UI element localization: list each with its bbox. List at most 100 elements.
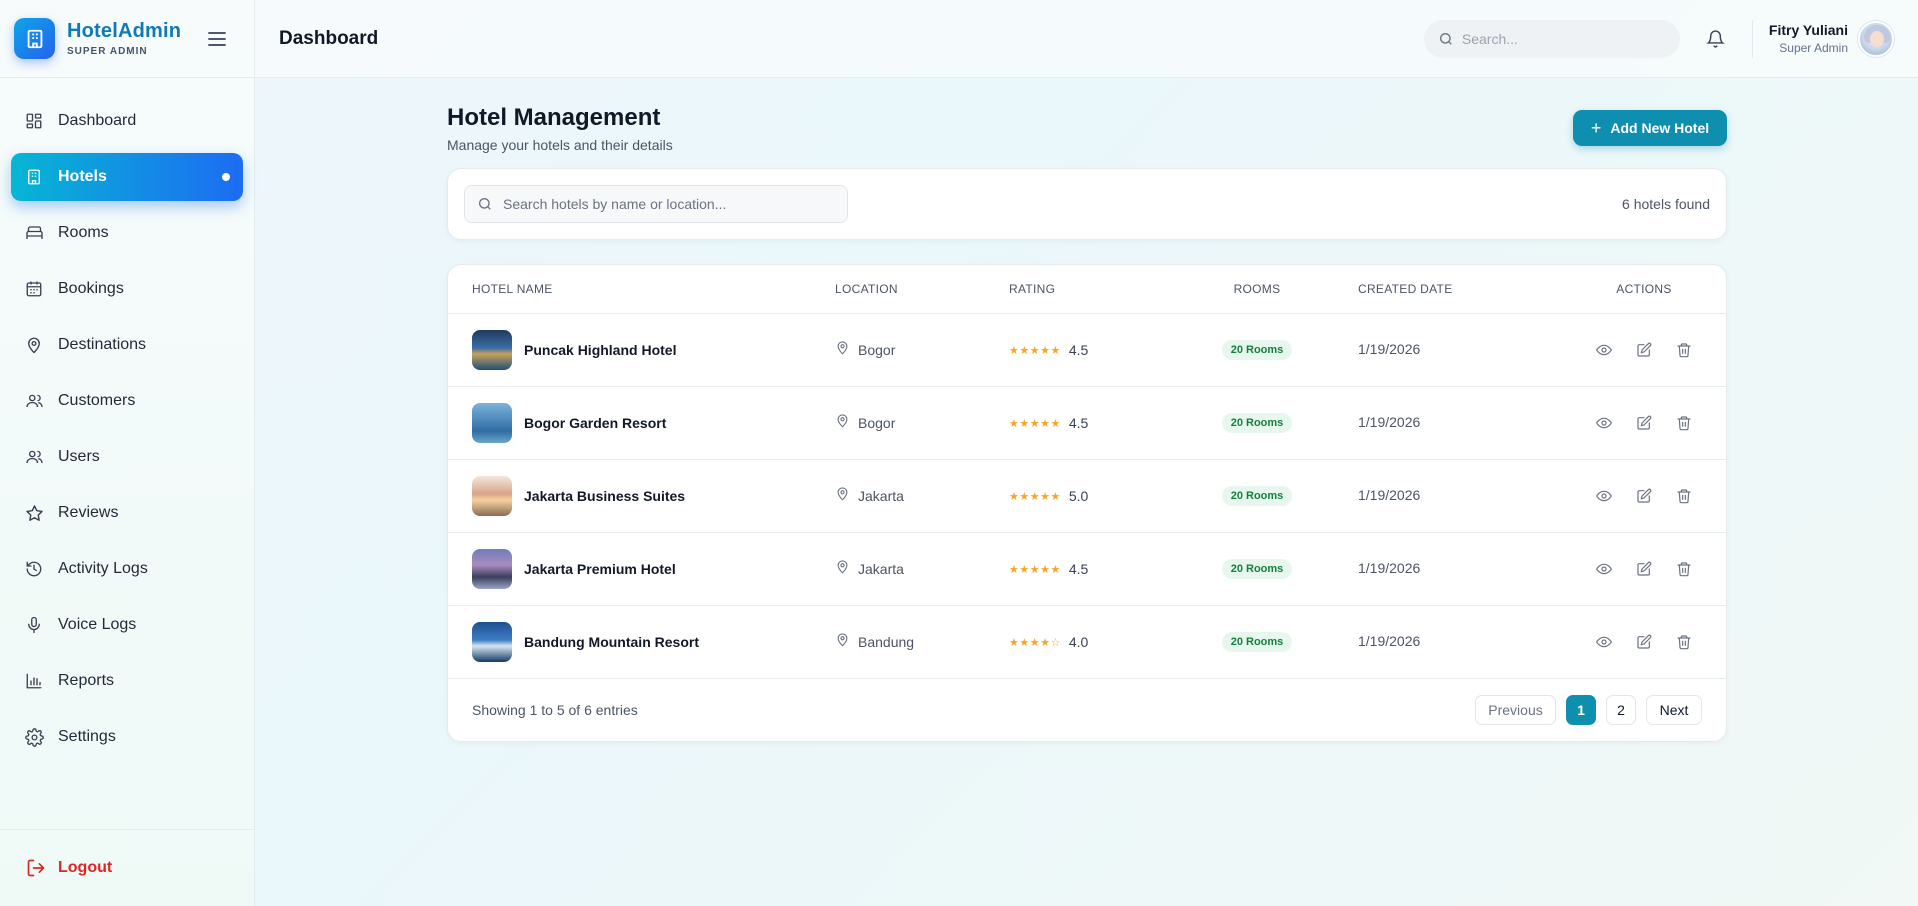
logout-button[interactable]: Logout: [26, 858, 112, 878]
sidebar-item-label: Users: [58, 448, 100, 465]
add-new-hotel-button[interactable]: + Add New Hotel: [1573, 110, 1727, 146]
avatar[interactable]: [1858, 20, 1894, 57]
page-header: Hotel Management Manage your hotels and …: [447, 78, 1727, 168]
rating-stars: ★★★★★: [1009, 417, 1061, 430]
brand-title: HotelAdmin: [67, 20, 182, 42]
search-icon: [1438, 31, 1454, 47]
created-date: 1/19/2026: [1358, 560, 1421, 576]
hotel-thumbnail: [472, 476, 512, 516]
rating-value: 4.0: [1068, 634, 1089, 650]
map-pin-icon: [835, 559, 850, 579]
sidebar-item-label: Reports: [58, 672, 115, 689]
calendar-icon: [24, 279, 44, 299]
hotel-search-input[interactable]: [503, 196, 823, 212]
user-name: Fitry Yuliani: [1768, 22, 1848, 38]
header-title: Dashboard: [279, 27, 379, 49]
page-1-button[interactable]: 1: [1566, 695, 1596, 725]
edit-icon[interactable]: [1634, 340, 1654, 360]
edit-icon[interactable]: [1634, 559, 1654, 579]
view-eye-icon[interactable]: [1594, 340, 1614, 360]
sidebar-item-label: Destinations: [58, 336, 147, 353]
sidebar-item-voice-logs[interactable]: Voice Logs: [11, 601, 243, 649]
sidebar-item-reviews[interactable]: Reviews: [11, 489, 243, 537]
page-subtitle: Manage your hotels and their details: [447, 137, 673, 153]
previous-page-button[interactable]: Previous: [1475, 695, 1556, 725]
sidebar-item-rooms[interactable]: Rooms: [11, 209, 243, 257]
sidebar-item-users[interactable]: Users: [11, 433, 243, 481]
header-rooms[interactable]: ROOMS: [1208, 282, 1306, 296]
delete-trash-icon[interactable]: [1674, 632, 1694, 652]
menu-toggle-icon[interactable]: [206, 28, 228, 50]
hotel-name[interactable]: Bogor Garden Resort: [524, 415, 666, 431]
sidebar-item-label: Rooms: [58, 224, 109, 241]
header-divider: [1751, 19, 1753, 58]
sidebar-item-customers[interactable]: Customers: [11, 377, 243, 425]
sidebar-item-hotels[interactable]: Hotels: [11, 153, 243, 201]
gear-icon: [24, 727, 44, 747]
rooms-badge: 20 Rooms: [1221, 486, 1293, 506]
user-role: Super Admin: [1779, 41, 1848, 55]
hotel-name[interactable]: Jakarta Business Suites: [524, 488, 685, 504]
next-page-button[interactable]: Next: [1646, 695, 1702, 725]
search-card: 6 hotels found: [447, 168, 1727, 240]
table-row[interactable]: Bogor Garden Resort Bogor ★★★★★ 4.5 20 Ro…: [448, 387, 1726, 460]
pagination: Previous 1 2 Next: [1475, 695, 1702, 725]
delete-trash-icon[interactable]: [1674, 340, 1694, 360]
rating-stars: ★★★★☆: [1009, 636, 1061, 649]
view-eye-icon[interactable]: [1594, 486, 1614, 506]
view-eye-icon[interactable]: [1594, 413, 1614, 433]
rating-stars: ★★★★★: [1009, 344, 1061, 357]
users-icon: [24, 447, 44, 467]
created-date: 1/19/2026: [1358, 414, 1421, 430]
sidebar-item-label: Customers: [58, 392, 136, 409]
sidebar-item-label: Hotels: [58, 168, 107, 185]
edit-icon[interactable]: [1634, 486, 1654, 506]
hotel-name[interactable]: Puncak Highland Hotel: [524, 342, 676, 358]
table-row[interactable]: Jakarta Business Suites Jakarta ★★★★★ 5.0…: [448, 460, 1726, 533]
view-eye-icon[interactable]: [1594, 559, 1614, 579]
rooms-badge: 20 Rooms: [1221, 413, 1293, 433]
sidebar-item-dashboard[interactable]: Dashboard: [11, 97, 243, 145]
sidebar-item-bookings[interactable]: Bookings: [11, 265, 243, 313]
sidebar-item-label: Dashboard: [58, 112, 137, 129]
global-search-input[interactable]: [1461, 30, 1652, 47]
header-created-date[interactable]: CREATED DATE: [1358, 282, 1453, 296]
created-date: 1/19/2026: [1358, 341, 1421, 357]
hotel-name[interactable]: Jakarta Premium Hotel: [524, 561, 676, 577]
table-footer: Showing 1 to 5 of 6 entries Previous 1 2…: [448, 679, 1726, 741]
logout-label: Logout: [58, 859, 113, 876]
header-location[interactable]: LOCATION: [835, 282, 898, 296]
header-hotel-name[interactable]: HOTEL NAME: [472, 282, 553, 296]
sidebar-item-destinations[interactable]: Destinations: [11, 321, 243, 369]
page-2-button[interactable]: 2: [1606, 695, 1636, 725]
user-info[interactable]: Fitry Yuliani Super Admin: [1769, 22, 1848, 55]
sidebar-item-settings[interactable]: Settings: [11, 713, 243, 761]
header-rating[interactable]: RATING: [1009, 282, 1055, 296]
add-new-hotel-label: Add New Hotel: [1610, 120, 1710, 136]
notification-bell-icon[interactable]: [1704, 27, 1728, 51]
table-row[interactable]: Puncak Highland Hotel Bogor ★★★★★ 4.5 20 …: [448, 314, 1726, 387]
view-eye-icon[interactable]: [1594, 632, 1614, 652]
edit-icon[interactable]: [1634, 632, 1654, 652]
edit-icon[interactable]: [1634, 413, 1654, 433]
map-pin-icon: [24, 335, 44, 355]
hotel-thumbnail: [472, 403, 512, 443]
table-row[interactable]: Jakarta Premium Hotel Jakarta ★★★★★ 4.5 2…: [448, 533, 1726, 606]
hotel-logo-icon[interactable]: [14, 18, 55, 59]
building-icon: [24, 167, 44, 187]
sidebar-item-reports[interactable]: Reports: [11, 657, 243, 705]
hotel-search-box[interactable]: [464, 185, 848, 223]
delete-trash-icon[interactable]: [1674, 413, 1694, 433]
sidebar-item-activity-logs[interactable]: Activity Logs: [11, 545, 243, 593]
rating-value: 4.5: [1068, 342, 1089, 358]
global-search[interactable]: [1423, 19, 1680, 58]
delete-trash-icon[interactable]: [1674, 486, 1694, 506]
table-row[interactable]: Bandung Mountain Resort Bandung ★★★★☆ 4.0…: [448, 606, 1726, 679]
delete-trash-icon[interactable]: [1674, 559, 1694, 579]
rooms-badge: 20 Rooms: [1221, 632, 1293, 652]
hotel-location: Bandung: [858, 634, 915, 650]
hotel-name[interactable]: Bandung Mountain Resort: [524, 634, 699, 650]
sidebar: HotelAdmin SUPER ADMIN Dashboard Hotels …: [0, 0, 255, 906]
hotel-location: Bogor: [858, 342, 896, 358]
map-pin-icon: [835, 632, 850, 652]
